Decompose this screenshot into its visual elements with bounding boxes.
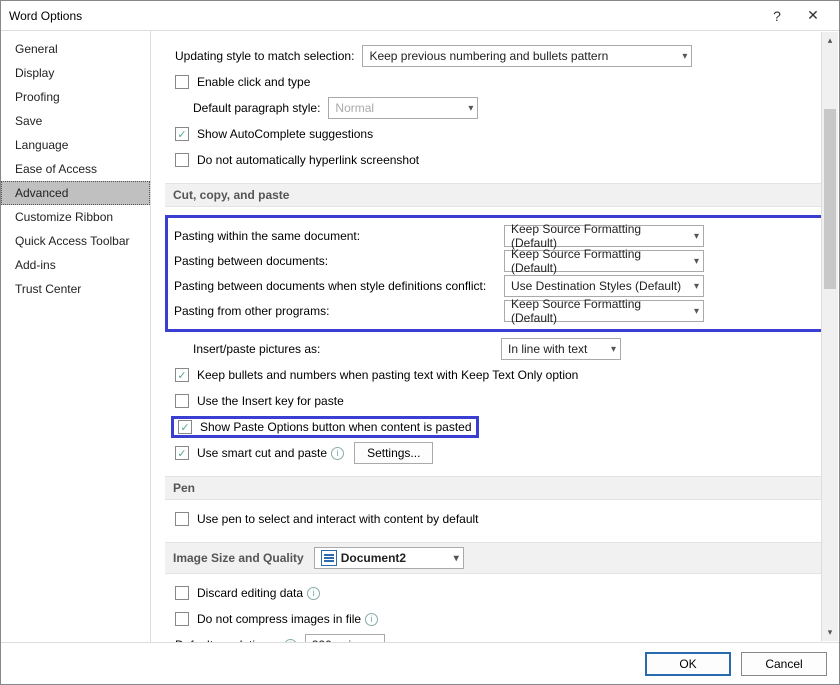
use-pen-checkbox[interactable]: [175, 512, 189, 526]
sidebar-item-general[interactable]: General: [1, 37, 150, 61]
highlighted-show-paste-options: Show Paste Options button when content i…: [171, 416, 479, 438]
discard-editing-data-checkbox[interactable]: [175, 586, 189, 600]
sidebar-item-trust-center[interactable]: Trust Center: [1, 277, 150, 301]
paste-same-doc-select[interactable]: Keep Source Formatting (Default)▾: [504, 225, 704, 247]
paste-other-programs-select[interactable]: Keep Source Formatting (Default)▾: [504, 300, 704, 322]
scroll-thumb[interactable]: [824, 109, 836, 289]
smart-cut-paste-settings-button[interactable]: Settings...: [354, 442, 433, 464]
discard-editing-data-label: Discard editing data: [197, 586, 303, 600]
sidebar-item-advanced[interactable]: Advanced: [1, 181, 150, 205]
use-insert-key-label: Use the Insert key for paste: [197, 394, 344, 408]
no-auto-hyperlink-checkbox[interactable]: [175, 153, 189, 167]
use-smart-cut-paste-checkbox[interactable]: [175, 446, 189, 460]
info-icon[interactable]: [365, 613, 378, 626]
dialog-footer: OK Cancel: [1, 642, 839, 684]
show-autocomplete-label: Show AutoComplete suggestions: [197, 127, 373, 141]
paste-conflict-select[interactable]: Use Destination Styles (Default)▾: [504, 275, 704, 297]
sidebar-item-display[interactable]: Display: [1, 61, 150, 85]
default-resolution-select[interactable]: 220 ppi▾: [305, 634, 385, 642]
vertical-scrollbar[interactable]: ▴ ▾: [821, 32, 838, 641]
chevron-down-icon: ▾: [603, 344, 616, 355]
do-not-compress-checkbox[interactable]: [175, 612, 189, 626]
use-smart-cut-paste-label: Use smart cut and paste: [197, 446, 327, 460]
sidebar-item-customize-ribbon[interactable]: Customize Ribbon: [1, 205, 150, 229]
scroll-track[interactable]: [822, 49, 838, 624]
word-options-dialog: Word Options ? ✕ General Display Proofin…: [0, 0, 840, 685]
section-cut-copy-paste: Cut, copy, and paste: [165, 183, 833, 207]
use-insert-key-checkbox[interactable]: [175, 394, 189, 408]
highlighted-paste-options: Pasting within the same document: Keep S…: [165, 215, 827, 332]
section-image-size-quality: Image Size and Quality Document2▾: [165, 542, 833, 574]
show-paste-options-checkbox[interactable]: [178, 420, 192, 434]
chevron-down-icon: ▾: [686, 306, 699, 317]
chevron-down-icon: ▾: [446, 553, 459, 564]
sidebar-item-add-ins[interactable]: Add-ins: [1, 253, 150, 277]
show-autocomplete-checkbox[interactable]: [175, 127, 189, 141]
info-icon[interactable]: [331, 447, 344, 460]
paste-between-docs-select[interactable]: Keep Source Formatting (Default)▾: [504, 250, 704, 272]
insert-paste-pictures-select[interactable]: In line with text▾: [501, 338, 621, 360]
updating-style-select[interactable]: Keep previous numbering and bullets patt…: [362, 45, 692, 67]
paste-conflict-label: Pasting between documents when style def…: [174, 279, 504, 293]
default-paragraph-style-select: Normal▾: [328, 97, 478, 119]
chevron-down-icon: ▾: [674, 51, 687, 62]
info-icon[interactable]: [307, 587, 320, 600]
cancel-button[interactable]: Cancel: [741, 652, 827, 676]
window-title: Word Options: [9, 9, 759, 23]
sidebar-item-quick-access-toolbar[interactable]: Quick Access Toolbar: [1, 229, 150, 253]
section-pen: Pen: [165, 476, 833, 500]
paste-same-doc-label: Pasting within the same document:: [174, 229, 504, 243]
document-icon: [321, 550, 337, 566]
scroll-down-button[interactable]: ▾: [822, 624, 838, 641]
options-panel: Updating style to match selection: Keep …: [151, 31, 839, 642]
chevron-down-icon: ▾: [686, 281, 699, 292]
keep-bullets-label: Keep bullets and numbers when pasting te…: [197, 368, 578, 382]
help-button[interactable]: ?: [759, 1, 795, 30]
use-pen-label: Use pen to select and interact with cont…: [197, 512, 479, 526]
chevron-down-icon: ▾: [460, 103, 473, 114]
scroll-up-button[interactable]: ▴: [822, 32, 838, 49]
close-button[interactable]: ✕: [795, 1, 831, 30]
chevron-down-icon: ▾: [686, 256, 699, 267]
paste-other-programs-label: Pasting from other programs:: [174, 304, 504, 318]
keep-bullets-checkbox[interactable]: [175, 368, 189, 382]
insert-paste-pictures-label: Insert/paste pictures as:: [193, 342, 493, 356]
sidebar-item-language[interactable]: Language: [1, 133, 150, 157]
category-sidebar: General Display Proofing Save Language E…: [1, 31, 151, 642]
titlebar: Word Options ? ✕: [1, 1, 839, 31]
sidebar-item-ease-of-access[interactable]: Ease of Access: [1, 157, 150, 181]
chevron-down-icon: ▾: [686, 231, 699, 242]
show-paste-options-label: Show Paste Options button when content i…: [200, 420, 472, 434]
no-auto-hyperlink-label: Do not automatically hyperlink screensho…: [197, 153, 419, 167]
sidebar-item-proofing[interactable]: Proofing: [1, 85, 150, 109]
updating-style-label: Updating style to match selection:: [175, 49, 354, 63]
enable-click-type-checkbox[interactable]: [175, 75, 189, 89]
ok-button[interactable]: OK: [645, 652, 731, 676]
sidebar-item-save[interactable]: Save: [1, 109, 150, 133]
paste-between-docs-label: Pasting between documents:: [174, 254, 504, 268]
do-not-compress-label: Do not compress images in file: [197, 612, 361, 626]
image-quality-doc-select[interactable]: Document2▾: [314, 547, 464, 569]
enable-click-type-label: Enable click and type: [197, 75, 310, 89]
default-paragraph-style-label: Default paragraph style:: [193, 101, 320, 115]
